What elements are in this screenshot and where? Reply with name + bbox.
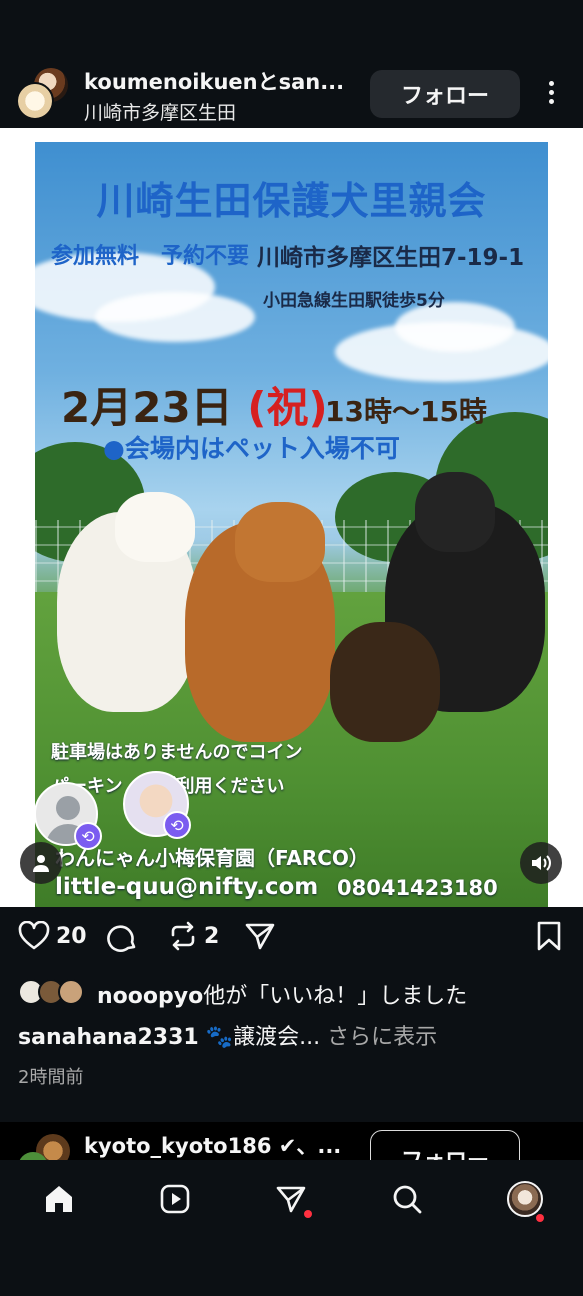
poster-date-day: 2月23日 [61,383,233,432]
follow-button[interactable]: フォロー [370,70,520,118]
caption-more-link[interactable]: さらに表示 [327,1025,437,1050]
poster-time: 13時～15時 [325,395,487,428]
poster-email: little-quu@nifty.com [55,874,319,900]
likes-suffix: 他が「いいね！」しました [203,984,468,1009]
post-header: koumenoikuenとsan... 川崎市多摩区生田 フォロー [0,62,583,128]
poster-parking-1: 駐車場はありませんのでコイン [51,742,303,763]
post-location[interactable]: 川崎市多摩区生田 [84,98,236,125]
like-action[interactable]: 20 [18,921,87,951]
heart-icon[interactable] [18,921,50,951]
likes-text: nooopyo他が「いいね！」しました [97,978,467,1010]
white-dog-head [115,492,195,562]
avatar [507,1181,543,1217]
bookmark-action[interactable] [536,921,562,951]
next-post-author[interactable]: kyoto_kyoto186 ✔、... [84,1130,341,1160]
poster-date-holiday: (祝) [247,383,328,432]
comment-action[interactable] [106,921,138,953]
repost-icon[interactable] [168,921,198,951]
search-icon[interactable] [382,1174,432,1224]
avatar [16,82,54,120]
notification-dot [304,1210,312,1218]
next-post-header: kyoto_kyoto186 ✔、... フォロー [0,1122,583,1162]
repost-count: 2 [204,923,220,949]
remix-icon: ⟲ [74,822,102,850]
share-action[interactable] [244,921,276,951]
poster-date: 2月23日 (祝) [61,374,328,435]
profile-icon[interactable] [500,1174,550,1224]
poster-station: 小田急線生田駅徒歩5分 [263,291,445,311]
puppy [330,622,440,742]
reels-icon[interactable] [150,1174,200,1224]
author-avatars[interactable] [16,68,72,124]
user-tags-icon[interactable] [20,842,62,884]
likes-summary[interactable]: nooopyo他が「いいね！」しました [0,969,583,1017]
remix-icon: ⟲ [163,811,191,839]
caption-text: 🐾譲渡会... [198,1025,328,1050]
like-count: 20 [56,923,87,949]
messages-icon[interactable] [266,1174,316,1224]
poster-free-line: 参加無料 予約不要 [51,244,250,269]
post-image-area[interactable]: 川崎生田保護犬里親会 参加無料 予約不要 川崎市多摩区生田7-19-1 小田急線… [0,128,583,907]
poster-address: 川崎市多摩区生田7-19-1 [257,245,525,271]
avatar [58,979,84,1005]
post-author[interactable]: koumenoikuenとsan... [84,66,364,96]
status-bar [0,0,583,62]
post-actions: 20 2 [0,907,583,969]
caption: sanahana2331 🐾譲渡会... さらに表示 [0,1017,583,1057]
more-icon[interactable] [536,72,566,112]
comment-icon[interactable] [106,921,138,953]
event-poster: 川崎生田保護犬里親会 参加無料 予約不要 川崎市多摩区生田7-19-1 小田急線… [35,142,548,907]
bottom-nav [0,1160,583,1296]
poster-title: 川崎生田保護犬里親会 [96,179,487,223]
poster-no-pets: ●会場内はペット入場不可 [103,434,400,463]
share-icon[interactable] [244,921,276,951]
post-timestamp: 2時間前 [0,1057,583,1122]
poster-organizer: わんにゃん小梅保育園（FARCO） [55,846,369,870]
notification-dot [536,1214,544,1222]
bookmark-icon[interactable] [536,921,562,951]
caption-user[interactable]: sanahana2331 [18,1025,199,1050]
next-follow-button[interactable]: フォロー [370,1130,520,1162]
likes-user[interactable]: nooopyo [97,984,203,1009]
poster-phone: 08041423180 [337,876,498,900]
brown-dog-head [235,502,325,582]
home-icon[interactable] [34,1174,84,1224]
black-dog-head [415,472,495,552]
repost-action[interactable]: 2 [168,921,219,951]
sound-icon[interactable] [520,842,562,884]
cloud [95,292,255,342]
